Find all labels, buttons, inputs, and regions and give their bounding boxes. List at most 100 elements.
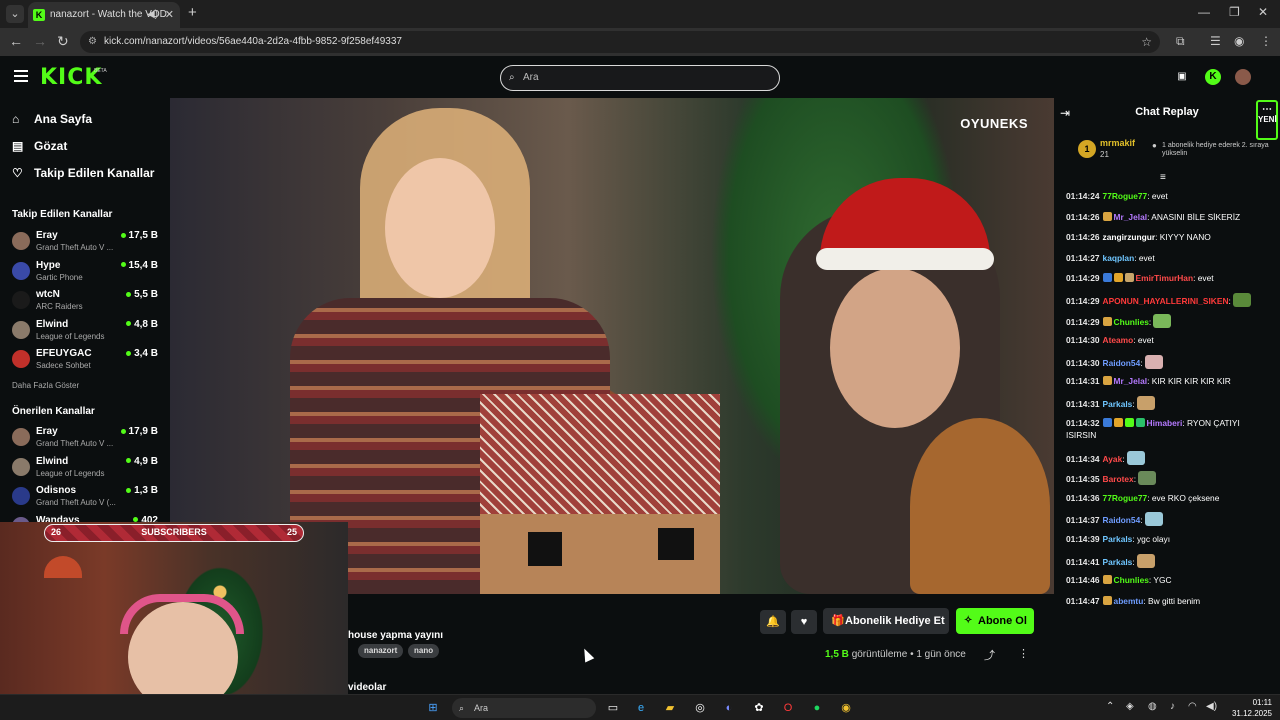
message-username[interactable]: kaqplan xyxy=(1103,253,1135,263)
message-username[interactable]: 77Rogue77 xyxy=(1103,493,1148,503)
message-username[interactable]: Barotex xyxy=(1103,474,1134,484)
message-username[interactable]: Parkals xyxy=(1103,399,1133,409)
channel-category: Grand Theft Auto V ... xyxy=(36,439,114,448)
url-field[interactable]: ⚙ kick.com/nanazort/videos/56ae440a-2d2a… xyxy=(80,31,1160,53)
message-username[interactable]: zangirzungur xyxy=(1103,232,1156,242)
gift-icon: 🎁 xyxy=(831,615,845,627)
hamburger-menu-icon[interactable] xyxy=(14,70,28,82)
message-username[interactable]: Ateamo xyxy=(1103,335,1134,345)
message-username[interactable]: Parkals xyxy=(1103,534,1133,544)
site-info-icon[interactable]: ⚙ xyxy=(88,31,97,53)
volume-icon[interactable]: ◀) xyxy=(1206,701,1217,712)
extensions-icon[interactable]: ⧉ xyxy=(1176,34,1185,49)
nav-home[interactable]: ⌂ Ana Sayfa xyxy=(12,112,92,126)
reload-icon[interactable]: ↻ xyxy=(57,33,69,50)
window-close-icon[interactable]: ✕ xyxy=(1258,5,1268,19)
profile-icon[interactable]: ◉ xyxy=(1234,34,1244,48)
message-username[interactable]: Mr_Jelal xyxy=(1114,376,1148,386)
discord-icon[interactable]: ◐ xyxy=(720,699,738,717)
tray-network-app-icon[interactable]: ◍ xyxy=(1148,701,1157,712)
channel-name: Elwind xyxy=(36,318,69,330)
tab-close-icon[interactable]: ✕ xyxy=(165,2,174,28)
view-stats: 1,5 B görüntüleme • 1 gün önce xyxy=(825,649,966,660)
speaker-icon[interactable]: ◀) xyxy=(147,2,158,28)
message-timestamp: 01:14:24 xyxy=(1066,191,1100,201)
channel-row-eray[interactable]: Eray Grand Theft Auto V ... 17,9 B xyxy=(12,426,162,452)
windows-start-icon[interactable]: ⊞ xyxy=(424,699,442,717)
channel-name: wtcN xyxy=(36,289,60,300)
chatgpt-icon[interactable]: ✿ xyxy=(750,699,768,717)
message-username[interactable]: 77Rogue77 xyxy=(1103,191,1148,201)
channel-row-eray[interactable]: Eray Grand Theft Auto V ... 17,5 B xyxy=(12,230,162,256)
user-avatar[interactable] xyxy=(1235,69,1251,85)
tray-app-icon[interactable]: ◈ xyxy=(1126,701,1134,712)
leader-hint: ● 1 abonelik hediye ederek 2. sıraya yüks… xyxy=(1152,141,1269,158)
chrome-icon[interactable]: ◉ xyxy=(837,699,855,717)
tag-nano[interactable]: nano xyxy=(408,644,440,658)
message-username[interactable]: abemtu xyxy=(1114,596,1144,606)
kick-wallet-icon[interactable]: K xyxy=(1205,69,1221,85)
file-explorer-icon[interactable]: ▰ xyxy=(661,699,679,717)
message-text: : xyxy=(1122,453,1125,464)
message-username[interactable]: Chunlies xyxy=(1114,317,1149,327)
taskbar-search[interactable]: ⌕ Ara xyxy=(452,698,596,718)
channel-category: Sadece Sohbet xyxy=(36,361,91,370)
task-view-icon[interactable]: ▭ xyxy=(604,699,622,717)
show-more-link[interactable]: Daha Fazla Göster xyxy=(12,381,79,390)
more-options-icon[interactable]: ⋮ xyxy=(1018,647,1029,660)
message-username[interactable]: Raidon54 xyxy=(1103,515,1141,525)
message-username[interactable]: Raidon54 xyxy=(1103,358,1141,368)
microphone-icon[interactable]: ♪ xyxy=(1170,701,1175,712)
message-username[interactable]: Ayak xyxy=(1103,454,1123,464)
media-control-icon[interactable]: ☰ xyxy=(1210,34,1221,48)
subscribe-button[interactable]: ✧ Abone Ol xyxy=(956,608,1034,634)
channel-row-efeuygac[interactable]: EFEUYGAC Sadece Sohbet 3,4 B xyxy=(12,348,162,374)
search-input[interactable]: ⌕ Ara xyxy=(500,65,780,91)
system-clock[interactable]: 01:11 31.12.2025 xyxy=(1228,697,1272,719)
message-username[interactable]: APONUN_HAYALLERINI_SIKEN xyxy=(1103,296,1229,306)
chat-message: 01:14:32 Himaberi: RYON ÇATIYI ISIRSIN xyxy=(1066,417,1272,441)
channel-row-elwind[interactable]: Elwind League of Legends 4,9 B xyxy=(12,456,162,482)
edge-icon[interactable]: e xyxy=(632,699,650,717)
tray-expand-icon[interactable]: ⌃ xyxy=(1106,701,1114,712)
steam-icon[interactable]: ◎ xyxy=(691,699,709,717)
browser-menu-icon[interactable]: ⋮ xyxy=(1260,34,1272,48)
tag-nanazort[interactable]: nanazort xyxy=(358,644,404,658)
message-username[interactable]: Mr_Jelal xyxy=(1114,212,1148,222)
tab-search-icon[interactable]: ⌄ xyxy=(6,5,24,23)
maximize-icon[interactable]: ❐ xyxy=(1229,5,1240,19)
channel-row-wtcn[interactable]: wtcN ARC Raiders 5,5 B xyxy=(12,289,162,315)
browser-tab[interactable]: K nanazort - Watch the VOD ◀) ✕ xyxy=(28,2,180,28)
bookmark-star-icon[interactable]: ☆ xyxy=(1141,31,1152,53)
channel-row-odisnos[interactable]: Odisnos Grand Theft Auto V (... 1,3 B xyxy=(12,485,162,511)
share-icon[interactable]: ⤴ xyxy=(984,647,995,663)
wifi-icon[interactable]: ◠ xyxy=(1188,701,1197,712)
video-player[interactable]: OYUNEKS xyxy=(170,98,1054,594)
chat-filter-icon[interactable]: ≡ xyxy=(1160,172,1166,183)
notification-bell-button[interactable]: 🔔 xyxy=(760,610,786,634)
opera-icon[interactable]: O xyxy=(779,699,797,717)
message-username[interactable]: Parkals xyxy=(1103,557,1133,567)
user-badge-icon xyxy=(1102,316,1112,326)
message-text: : xyxy=(1132,399,1135,409)
spotify-icon[interactable]: ● xyxy=(808,699,826,717)
message-username[interactable]: Himaberi xyxy=(1147,418,1183,428)
nav-following[interactable]: ♡ Takip Edilen Kanallar xyxy=(12,166,154,180)
follow-heart-button[interactable]: ♥ xyxy=(791,610,817,634)
gift-subscription-button[interactable]: 🎁 Abonelik Hediye Et xyxy=(823,608,949,634)
back-icon[interactable]: ← xyxy=(9,33,23,49)
message-text: : KIR KIR KIR KIR KIR xyxy=(1147,376,1231,387)
video-title: house yapma yayını xyxy=(348,630,444,641)
channel-row-hype[interactable]: Hype Gartic Phone 15,4 B xyxy=(12,260,162,286)
nav-browse[interactable]: ▤ Gözat xyxy=(12,139,67,153)
forward-icon[interactable]: → xyxy=(33,33,47,49)
message-username[interactable]: Chunlies xyxy=(1114,575,1149,585)
gift-leaderboard[interactable]: 1 mrmakif 21 ● 1 abonelik hediye ederek 2… xyxy=(1074,134,1280,168)
channel-row-elwind[interactable]: Elwind League of Legends 4,8 B xyxy=(12,319,162,345)
user-badge-icon xyxy=(1102,376,1112,386)
user-badge-icon xyxy=(1102,211,1112,221)
minimize-icon[interactable]: — xyxy=(1198,5,1210,19)
message-username[interactable]: EmirTimurHan xyxy=(1136,273,1194,283)
new-tab-icon[interactable]: + xyxy=(188,4,197,21)
theater-mode-icon[interactable]: ▣ xyxy=(1174,69,1190,85)
